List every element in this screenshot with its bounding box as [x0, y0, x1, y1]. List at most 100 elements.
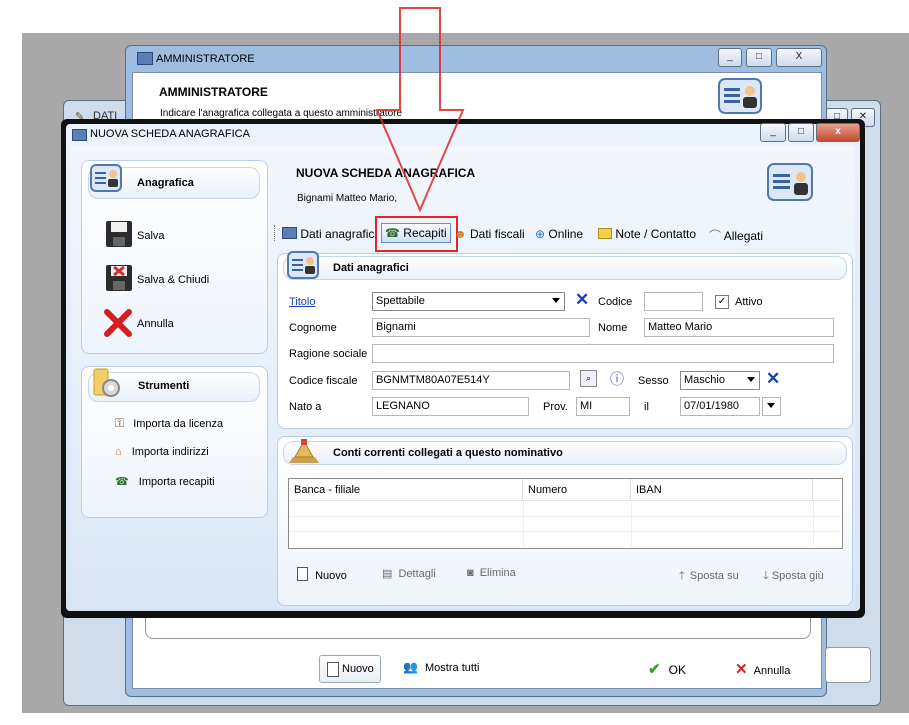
import-contacts-button[interactable]: ☎ Importa recapiti: [115, 475, 255, 491]
sesso-select[interactable]: Maschio: [680, 371, 760, 390]
nome-field[interactable]: Matteo Mario: [644, 318, 834, 337]
account-new-button[interactable]: Nuovo: [297, 567, 347, 582]
account-details-button[interactable]: ▤ Dettagli: [382, 567, 436, 580]
codice-field[interactable]: [644, 292, 703, 311]
nato-a-label: Nato a: [289, 401, 322, 413]
import-contacts-label: Importa recapiti: [138, 476, 215, 488]
tab-recapiti[interactable]: ☎ Recapiti: [381, 223, 451, 243]
account-delete-label: Elimina: [479, 567, 516, 579]
main-window-title: NUOVA SCHEDA ANAGRAFICA: [90, 128, 250, 140]
note-icon: [598, 228, 612, 239]
tab-online-label: Online: [548, 227, 584, 241]
tab-allegati-label: Allegati: [723, 229, 764, 243]
cognome-field[interactable]: Bignami: [372, 318, 590, 337]
codice-label: Codice: [598, 296, 633, 308]
cancel-button[interactable]: Annulla: [101, 308, 251, 338]
info-icon[interactable]: ⓘ: [610, 369, 624, 389]
tab-note-contatto[interactable]: Note / Contatto: [598, 227, 696, 241]
amministratore-header-title: AMMINISTRATORE: [159, 85, 268, 99]
arrow-up-icon: 🡑: [679, 570, 685, 582]
codice-fiscale-field[interactable]: BGNMTM80A07E514Y: [372, 371, 570, 390]
tab-dati-fiscali[interactable]: ☻ Dati fiscali: [454, 227, 525, 241]
clear-sesso-icon[interactable]: ✕: [766, 369, 780, 389]
clear-titolo-icon[interactable]: ✕: [575, 290, 589, 310]
contact-card-icon: [718, 78, 762, 114]
titolo-link[interactable]: Titolo: [289, 296, 316, 308]
main-maximize-button[interactable]: □: [788, 123, 814, 142]
ok-button[interactable]: ✔ OK: [648, 660, 686, 678]
main-window-icon: [72, 129, 87, 141]
dati-anagrafici-title: Dati anagrafici: [333, 262, 409, 274]
tab-dati-anagrafici[interactable]: Dati anagrafici: [282, 227, 377, 241]
titolo-select[interactable]: Spettabile: [372, 292, 565, 311]
address-icon: ⌂: [115, 446, 122, 458]
grid-col-sep-1: [523, 501, 524, 546]
amministratore-minimize-button[interactable]: _: [718, 48, 742, 67]
trash-icon: ◙: [467, 567, 474, 579]
move-down-button[interactable]: 🡓 Sposta giù: [763, 567, 824, 586]
save-label: Salva: [137, 230, 165, 242]
phone-icon: ☎: [115, 476, 129, 488]
grid-row[interactable]: [289, 501, 840, 517]
account-delete-button[interactable]: ◙ Elimina: [467, 567, 516, 579]
nato-a-field[interactable]: LEGNANO: [372, 397, 529, 416]
ragione-sociale-field[interactable]: [372, 344, 834, 363]
grid-col-sep-3: [813, 501, 814, 546]
cancel-label: Annulla: [137, 318, 174, 330]
people-icon: 👥: [403, 660, 418, 674]
phone-icon: ☎: [385, 226, 400, 240]
codice-fiscale-label: Codice fiscale: [289, 375, 358, 387]
import-addresses-label: Importa indirizzi: [131, 446, 209, 458]
tab-allegati[interactable]: ⌒ Allegati: [709, 227, 763, 244]
move-down-label: Sposta giù: [771, 570, 824, 582]
nome-label: Nome: [598, 322, 628, 334]
back-cancel-label: Annulla: [753, 665, 791, 677]
back-cancel-button[interactable]: ✕ Annulla: [735, 660, 790, 678]
arrow-down-icon: 🡓: [763, 570, 769, 582]
red-arrow-annotation: [375, 7, 465, 213]
save-close-button[interactable]: Salva & Chiudi: [101, 264, 251, 294]
globe-icon: ⊕: [535, 227, 546, 241]
attivo-checkbox[interactable]: ✓: [715, 295, 729, 309]
column-header-iban[interactable]: IBAN: [631, 479, 813, 501]
sidebar-anagrafica-title: Anagrafica: [137, 177, 194, 189]
main-close-button[interactable]: x: [816, 123, 860, 142]
chevron-down-icon: [552, 298, 560, 303]
main-minimize-button[interactable]: _: [760, 123, 786, 142]
date-picker-button[interactable]: [762, 397, 781, 416]
card-icon: [282, 227, 297, 239]
red-x-icon: [104, 309, 132, 337]
save-close-label: Salva & Chiudi: [137, 274, 210, 286]
column-header-numero[interactable]: Numero: [523, 479, 631, 501]
details-icon: ▤: [382, 568, 393, 580]
cognome-label: Cognome: [289, 322, 337, 334]
ragione-sociale-label: Ragione sociale: [289, 348, 368, 360]
contact-card-icon: [90, 164, 122, 192]
save-button[interactable]: Salva: [101, 220, 251, 250]
amministratore-close-button[interactable]: X: [776, 48, 822, 67]
accounts-title: Conti correnti collegati a questo nomina…: [333, 447, 563, 459]
tools-icon: [91, 367, 121, 399]
date-field[interactable]: 07/01/1980: [680, 397, 760, 416]
prov-field[interactable]: MI: [576, 397, 630, 416]
show-all-button[interactable]: 👥 Mostra tutti: [403, 660, 479, 674]
column-header-extra: [813, 479, 840, 501]
import-addresses-button[interactable]: ⌂ Importa indirizzi: [115, 446, 255, 462]
grid-row[interactable]: [289, 516, 840, 532]
calculate-cf-icon[interactable]: ⌕: [580, 370, 597, 387]
back-footer-new-button[interactable]: Nuovo: [319, 655, 381, 683]
import-license-button[interactable]: ⚿ Importa da licenza: [115, 416, 255, 432]
new-doc-icon: [327, 662, 339, 677]
amministratore-window-title: AMMINISTRATORE: [156, 53, 255, 65]
chevron-down-icon: [767, 403, 775, 408]
prov-label: Prov.: [543, 401, 568, 413]
show-all-label: Mostra tutti: [425, 662, 480, 674]
amministratore-maximize-button[interactable]: □: [746, 48, 772, 67]
move-up-button[interactable]: 🡑 Sposta su: [679, 567, 739, 586]
key-icon: ⚿: [115, 416, 125, 430]
column-header-banca[interactable]: Banca - filiale: [289, 479, 523, 501]
tab-online[interactable]: ⊕ Online: [535, 227, 583, 241]
grid-col-sep-2: [631, 501, 632, 546]
tab-dati-fiscali-label: Dati fiscali: [469, 227, 525, 241]
bank-icon: [287, 437, 321, 465]
